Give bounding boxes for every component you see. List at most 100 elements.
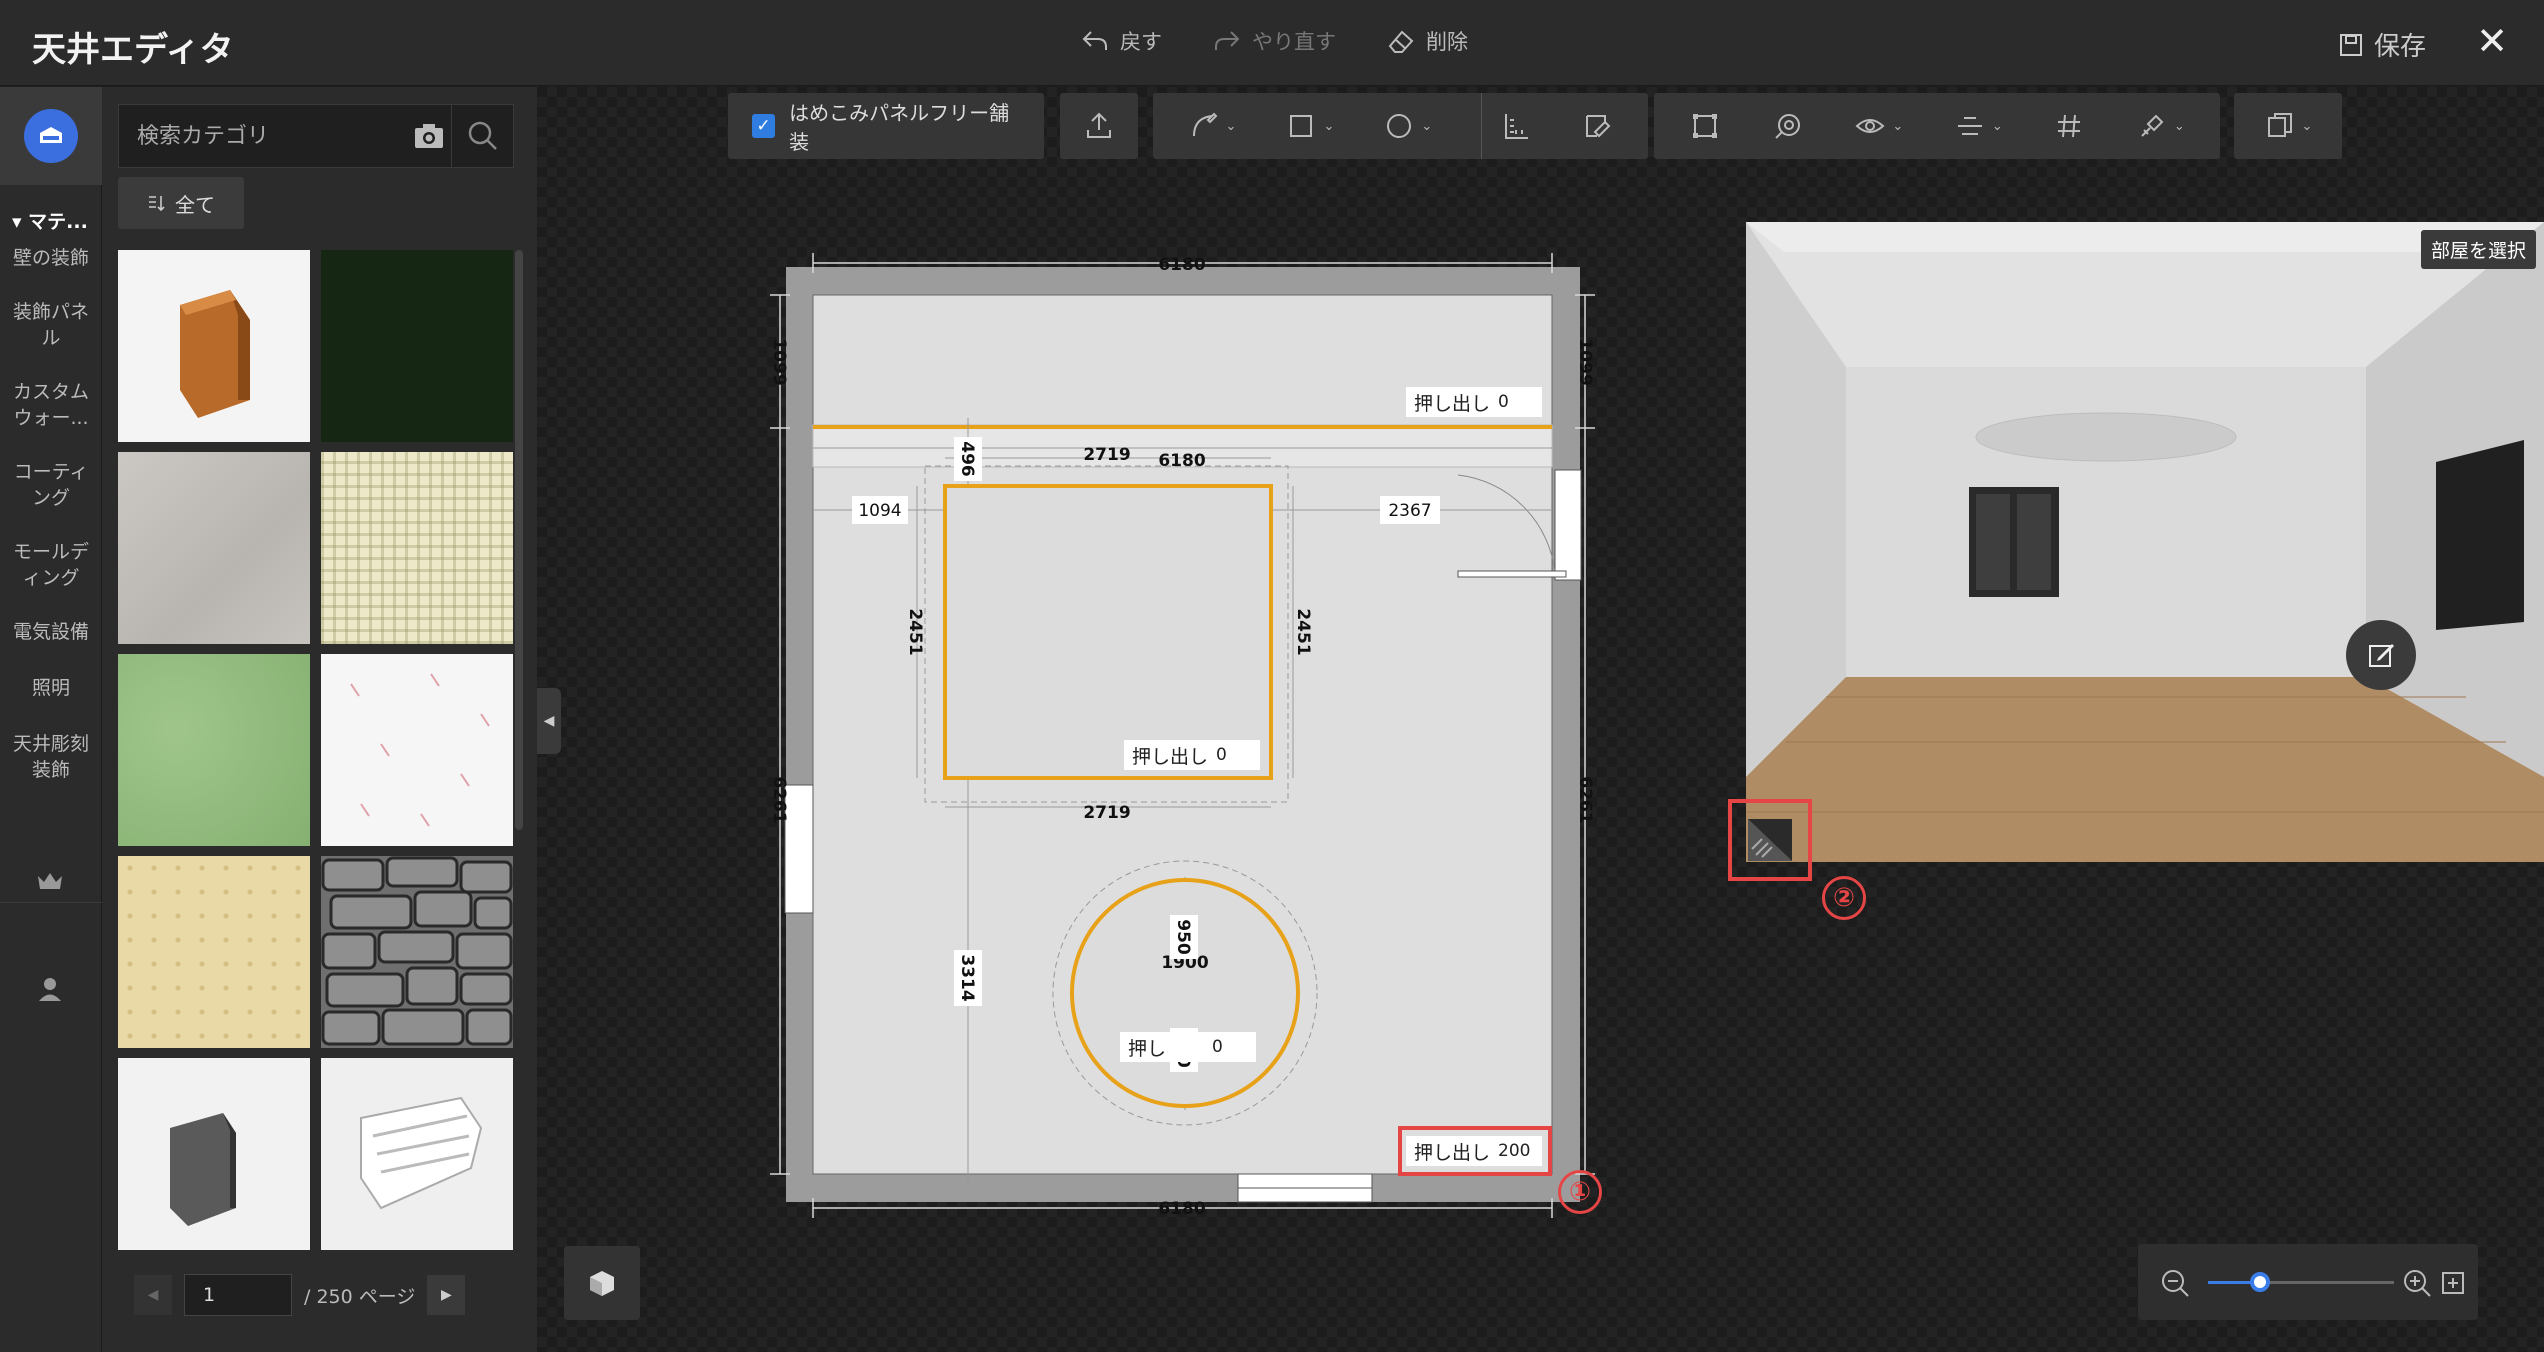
dimension-tool[interactable] bbox=[1481, 93, 1532, 159]
title-bar: 天井エディタ 戻す やり直す 削除 保存 ✕ bbox=[0, 0, 2544, 86]
crown-icon[interactable] bbox=[32, 863, 68, 899]
extrude-circle-field[interactable]: 押し 0 bbox=[1120, 1032, 1256, 1062]
locate-tool[interactable] bbox=[1772, 93, 1804, 159]
redo-icon bbox=[1215, 31, 1240, 50]
square-icon bbox=[1290, 115, 1313, 137]
zoom-slider-thumb[interactable] bbox=[2250, 1272, 2270, 1292]
room-render bbox=[1746, 222, 2544, 862]
draw-circle-tool[interactable]: ⌄ bbox=[1383, 93, 1432, 159]
view-toggle[interactable] bbox=[1728, 799, 1812, 881]
3d-view-button[interactable] bbox=[564, 1246, 640, 1320]
extrude-strip-value: 0 bbox=[1498, 392, 1509, 412]
material-tile-wood-baseboard[interactable] bbox=[118, 250, 310, 442]
grid-tool[interactable] bbox=[2053, 93, 2085, 159]
page-input[interactable] bbox=[184, 1274, 292, 1316]
edit-icon bbox=[2369, 644, 2394, 667]
material-tile-gray-baseboard[interactable] bbox=[118, 1058, 310, 1250]
copy-tool[interactable]: ⌄ bbox=[2264, 93, 2313, 159]
material-tile-stone-wall[interactable] bbox=[321, 856, 513, 1048]
marker-1: ① bbox=[1558, 1170, 1602, 1214]
draw-path-tool[interactable]: ⌄ bbox=[1188, 93, 1237, 159]
rail-materials-tab[interactable] bbox=[0, 87, 102, 185]
chevron-down-icon: ⌄ bbox=[1225, 118, 1237, 134]
material-tile-green-wallpaper[interactable] bbox=[118, 654, 310, 846]
rail-item-custom-wall[interactable]: カスタムウォー... bbox=[0, 379, 102, 431]
toolbar-group-copy: ⌄ bbox=[2234, 93, 2342, 159]
material-tile-dark-green[interactable] bbox=[321, 250, 513, 442]
search-button[interactable] bbox=[451, 105, 513, 167]
paint-brush-icon bbox=[2141, 114, 2164, 137]
rail-item-ceiling-carving[interactable]: 天井彫刻装飾 bbox=[0, 731, 102, 783]
collapse-panel-button[interactable]: ◀ bbox=[537, 688, 561, 754]
checkbox-icon: ✓ bbox=[752, 114, 776, 138]
rail-item-electrical[interactable]: 電気設備 bbox=[0, 619, 102, 645]
align-tool[interactable]: ⌄ bbox=[1954, 93, 2003, 159]
material-tile-check-pattern[interactable] bbox=[321, 452, 513, 644]
rail-item-wall-decor[interactable]: 壁の装飾 bbox=[0, 245, 102, 271]
extrude-rect-field[interactable]: 押し出し 0 bbox=[1124, 740, 1260, 770]
draw-rect-tool[interactable]: ⌄ bbox=[1285, 93, 1334, 159]
zoom-in-icon[interactable] bbox=[2402, 1268, 2432, 1298]
free-paving-checkbox[interactable]: ✓ はめこみパネルフリー舗装 bbox=[728, 97, 1044, 155]
frame-select-icon bbox=[1693, 114, 1718, 138]
eye-icon bbox=[1855, 119, 1885, 133]
rail-group: ▾ マテ... 壁の装飾 装飾パネル カスタムウォー... コーティング モール… bbox=[0, 197, 102, 783]
chevron-down-icon: ⌄ bbox=[2301, 118, 2313, 134]
undo-button[interactable]: 戻す bbox=[1080, 26, 1162, 56]
user-icon[interactable] bbox=[32, 971, 68, 1007]
panel-scrollbar[interactable] bbox=[515, 250, 523, 830]
search-input[interactable] bbox=[119, 105, 409, 167]
save-icon bbox=[2339, 33, 2362, 56]
material-panel: 全て ◀ / 250 ページ ▶ bbox=[102, 87, 537, 1352]
box-icon bbox=[24, 109, 78, 163]
fit-view-icon[interactable] bbox=[2440, 1270, 2466, 1296]
room-select-button[interactable]: 部屋を選択 bbox=[2420, 230, 2536, 269]
rail-item-coating[interactable]: コーティング bbox=[0, 459, 102, 511]
edit-frame-icon bbox=[1586, 115, 1611, 138]
filter-label: 全て bbox=[175, 192, 215, 217]
extrude-circle-value: 0 bbox=[1212, 1037, 1223, 1057]
material-tile-gray-fabric[interactable] bbox=[118, 452, 310, 644]
search-icon bbox=[468, 121, 497, 150]
camera-icon[interactable] bbox=[411, 119, 447, 153]
history-actions: 戻す やり直す 削除 bbox=[1080, 26, 1468, 56]
material-tile-pink-floral[interactable] bbox=[321, 654, 513, 846]
preview-edit-button[interactable] bbox=[2346, 620, 2416, 690]
upload-button[interactable] bbox=[1083, 93, 1115, 159]
align-icon bbox=[1957, 117, 1982, 135]
prev-page-button[interactable]: ◀ bbox=[134, 1275, 172, 1315]
rail-item-lighting[interactable]: 照明 bbox=[0, 675, 102, 701]
chevron-down-icon: ⌄ bbox=[1421, 118, 1433, 134]
paint-tool[interactable]: ⌄ bbox=[2136, 93, 2185, 159]
free-paving-label: はめこみパネルフリー舗装 bbox=[789, 101, 1010, 154]
undo-icon bbox=[1082, 31, 1107, 50]
rail-group-head[interactable]: ▾ マテ... bbox=[0, 197, 102, 245]
save-label: 保存 bbox=[2373, 32, 2426, 62]
filter-all-button[interactable]: 全て bbox=[118, 177, 244, 229]
edit-shape-tool[interactable] bbox=[1581, 93, 1613, 159]
redo-button[interactable]: やり直す bbox=[1212, 26, 1336, 56]
next-page-button[interactable]: ▶ bbox=[427, 1275, 466, 1315]
material-tile-damask[interactable] bbox=[118, 856, 310, 1048]
select-area-tool[interactable] bbox=[1689, 93, 1721, 159]
sort-icon bbox=[149, 196, 165, 212]
delete-label: 削除 bbox=[1426, 30, 1468, 54]
3d-preview[interactable]: 部屋を選択 bbox=[1746, 222, 2544, 862]
visibility-tool[interactable]: ⌄ bbox=[1854, 93, 1903, 159]
material-tile-crown-molding[interactable] bbox=[321, 1058, 513, 1250]
chevron-down-icon: ⌄ bbox=[1991, 118, 2003, 134]
rail-divider bbox=[0, 902, 102, 903]
extrude-strip-field[interactable]: 押し出し 0 bbox=[1406, 387, 1542, 417]
delete-button[interactable]: 削除 bbox=[1386, 26, 1468, 56]
toolbar-group-view: ⌄ ⌄ ⌄ bbox=[1654, 93, 2220, 159]
zoom-out-icon[interactable] bbox=[2160, 1268, 2190, 1298]
save-button[interactable]: 保存 bbox=[2338, 26, 2426, 63]
redo-label: やり直す bbox=[1252, 30, 1336, 54]
rail-item-molding[interactable]: モールディング bbox=[0, 539, 102, 591]
close-button[interactable]: ✕ bbox=[2476, 22, 2508, 60]
circle-icon bbox=[1387, 114, 1412, 138]
rail-item-decor-panel[interactable]: 装飾パネル bbox=[0, 299, 102, 351]
extrude-rect-label: 押し出し bbox=[1132, 745, 1209, 768]
extrude-rect-value: 0 bbox=[1216, 745, 1227, 765]
rail-group-label: マテ... bbox=[28, 211, 88, 233]
